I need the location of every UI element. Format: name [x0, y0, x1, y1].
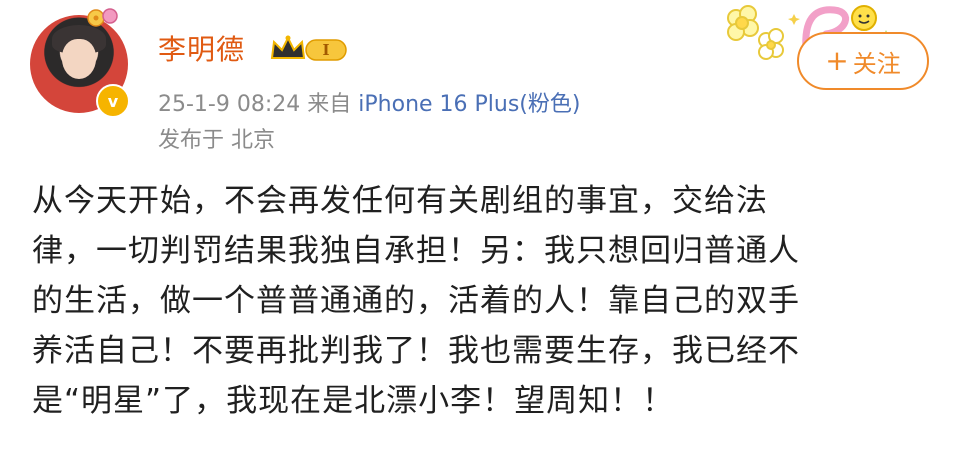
content-line: 律，一切判罚结果我独自承担！另：我只想回归普通人 — [32, 233, 800, 269]
verified-badge-icon: v — [96, 84, 130, 118]
avatar-face — [62, 39, 96, 79]
content-line: 是“明星”了，我现在是北漂小李！望周知！！ — [32, 383, 675, 419]
post-time: 25-1-9 08:24 — [158, 92, 301, 117]
avatar-pendant-icon — [87, 8, 118, 27]
plus-icon: + — [825, 44, 849, 77]
level-text: I — [322, 41, 329, 59]
post-meta: 25-1-9 08:24 来自 iPhone 16 Plus(粉色) — [158, 86, 580, 118]
author-name[interactable]: 李明德 — [158, 28, 245, 68]
crown-level-badge-icon: I — [270, 35, 347, 61]
content-line: 的生活，做一个普普通通的，活着的人！靠自己的双手 — [32, 283, 800, 319]
content-line: 养活自己！不要再批判我了！我也需要生存，我已经不 — [32, 333, 800, 369]
source-prefix: 来自 — [307, 92, 352, 117]
source-device[interactable]: iPhone 16 Plus(粉色) — [358, 92, 580, 117]
follow-button[interactable]: + 关注 — [797, 32, 929, 90]
content-line: 从今天开始，不会再发任何有关剧组的事宜，交给法 — [32, 183, 768, 219]
post-location: 发布于 北京 — [158, 128, 275, 153]
post-content: 从今天开始，不会再发任何有关剧组的事宜，交给法 律，一切判罚结果我独自承担！另：… — [32, 176, 930, 426]
follow-label: 关注 — [852, 49, 901, 78]
